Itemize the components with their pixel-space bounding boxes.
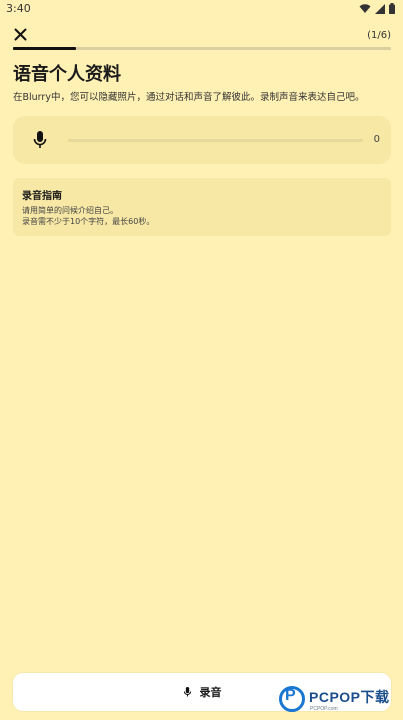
progress-bar [13,47,391,50]
close-icon [14,28,26,40]
guide-line: 录音需不少于10个字符，最长60秒。 [22,217,155,226]
close-button[interactable] [10,24,30,44]
recorder-card: 0 [13,116,391,164]
status-time: 3:40 [6,2,31,15]
watermark-sub: PCPOP.com [310,706,338,712]
status-bar: 3:40 [0,0,403,18]
page-title: 语音个人资料 [13,64,121,85]
mic-icon [183,686,191,697]
recording-duration: 0 [373,134,380,145]
battery-icon [389,3,395,14]
step-counter: (1/6) [367,30,391,41]
watermark-p: P [285,687,296,704]
status-icons [359,3,395,14]
progress-fill [13,47,77,50]
record-button-label: 录音 [199,686,222,699]
recording-guide-card: 录音指南 请用简单的问候介绍自己。 录音需不少于10个字符，最长60秒。 [13,178,391,236]
signal-icon [375,3,385,14]
audio-progress-track [68,139,363,142]
wifi-icon [359,3,371,13]
guide-title: 录音指南 [22,191,62,202]
page-description: 在Blurry中，您可以隐藏照片，通过对话和声音了解彼此。录制声音来表达自己吧。 [13,92,365,103]
mic-icon [33,131,47,148]
watermark-logo: P PCPOP下载 PCPOP.com [279,684,399,718]
watermark-brand: PCPOP下载 [309,689,390,705]
guide-line: 请用简单的问候介绍自己。 [22,206,118,215]
